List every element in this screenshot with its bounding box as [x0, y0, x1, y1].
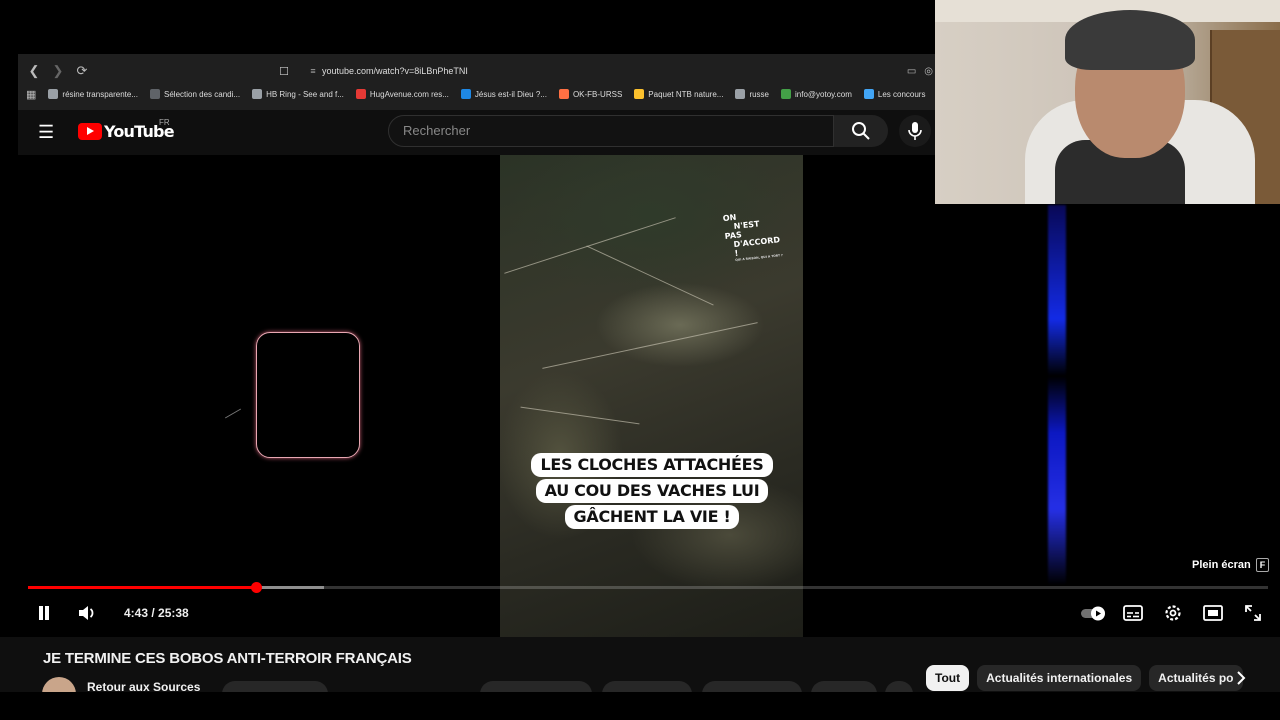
bookmark-label: Les concours	[877, 89, 926, 99]
bookmark-item[interactable]: Sélection des candi...	[150, 89, 240, 99]
bookmark-label: OK-FB-URSS	[572, 89, 623, 99]
bookmark-item[interactable]: russe	[735, 89, 769, 99]
chevron-right-icon[interactable]	[1230, 667, 1252, 689]
youtube-play-icon	[78, 123, 102, 140]
site-info-icon[interactable]: ≡	[304, 66, 322, 76]
time-display: 4:43 / 25:38	[124, 606, 189, 620]
bookmark-favicon-icon	[781, 89, 791, 99]
caption-line: LES CLOCHES ATTACHÉES	[531, 453, 773, 477]
blue-light-strip	[1048, 205, 1066, 585]
bookmark-label: résine transparente...	[62, 89, 139, 99]
bookmark-favicon-icon	[558, 89, 569, 99]
voice-search-button[interactable]	[899, 115, 931, 147]
subtitles-icon	[1123, 605, 1143, 621]
pause-button[interactable]	[34, 603, 54, 623]
bookmark-item[interactable]: résine transparente...	[48, 89, 138, 99]
bookmark-favicon-icon	[735, 89, 746, 99]
brand-logo: ON N'EST PAS D'ACCORD ! QUI A RAISON, QU…	[722, 212, 783, 263]
browser-toolbar: ❮ ❯ ⟳ ☐ ≡ youtube.com/watch?v=8iLBnPheTN…	[18, 60, 935, 82]
search-icon	[852, 122, 870, 140]
url-text[interactable]: youtube.com/watch?v=8iLBnPheTNI	[322, 66, 468, 76]
bookmark-item[interactable]: info@yotoy.com	[781, 89, 852, 99]
caption-line: AU COU DES VACHES LUI	[535, 479, 769, 503]
bookmark-label: info@yotoy.com	[795, 89, 852, 99]
bookmark-favicon-icon	[150, 89, 161, 99]
bookmark-label: russe	[749, 89, 769, 99]
settings-button[interactable]	[1161, 601, 1185, 625]
fullscreen-icon	[1245, 605, 1261, 621]
apps-grid-icon[interactable]: ▦	[26, 88, 36, 101]
bookmark-label: Paquet NTB nature...	[648, 89, 724, 99]
bookmark-favicon-icon	[634, 89, 645, 99]
volume-button[interactable]	[76, 602, 98, 624]
extension-icon[interactable]: ◎	[924, 66, 933, 77]
bookmark-icon[interactable]: ☐	[274, 65, 294, 78]
bookmark-item[interactable]: HugAvenue.com res...	[355, 89, 449, 99]
forward-icon[interactable]: ❯	[48, 61, 68, 81]
progress-played	[28, 586, 257, 589]
bookmark-label: Sélection des candi...	[164, 89, 241, 99]
webcam-overlay	[935, 0, 1280, 204]
screen-bottom-edge	[0, 692, 1280, 720]
video-player[interactable]: ON N'EST PAS D'ACCORD ! QUI A RAISON, QU…	[0, 155, 1280, 637]
bookmark-label: HugAvenue.com res...	[369, 89, 449, 99]
search-button[interactable]	[834, 115, 888, 147]
autoplay-toggle[interactable]	[1080, 601, 1108, 625]
search-input[interactable]: Rechercher	[388, 115, 834, 147]
bookmark-favicon-icon	[863, 89, 874, 99]
theater-icon	[1203, 605, 1223, 621]
video-caption: LES CLOCHES ATTACHÉES AU COU DES VACHES …	[528, 453, 776, 531]
chip-political-news[interactable]: Actualités po	[1149, 665, 1243, 691]
bookmark-label: Jésus est-il Dieu ?...	[474, 89, 547, 99]
bookmark-favicon-icon	[355, 89, 366, 99]
region-code: FR	[159, 118, 170, 127]
back-icon[interactable]: ❮	[24, 61, 44, 81]
microphone-icon	[908, 122, 922, 140]
hamburger-menu-icon[interactable]: ☰	[38, 122, 58, 142]
cast-icon[interactable]: ▭	[907, 66, 916, 77]
video-frame-aerial-view: ON N'EST PAS D'ACCORD ! QUI A RAISON, QU…	[500, 155, 803, 637]
autoplay-icon	[1081, 606, 1105, 621]
address-bar[interactable]: ☐ ≡ youtube.com/watch?v=8iLBnPheTNI ▭ ◎	[274, 61, 935, 81]
subtitles-button[interactable]	[1121, 601, 1145, 625]
keyboard-shortcut: F	[1255, 558, 1270, 572]
bookmark-item[interactable]: OK-FB-URSS	[558, 89, 623, 99]
chip-international-news[interactable]: Actualités internationales	[977, 665, 1142, 691]
youtube-masthead: ☰ YouTube FR Rechercher	[18, 110, 935, 155]
bookmark-favicon-icon	[460, 89, 471, 99]
bookmark-item[interactable]: Paquet NTB nature...	[634, 89, 723, 99]
gear-icon	[1165, 605, 1181, 621]
bookmark-item[interactable]: HB Ring - See and f...	[252, 89, 344, 99]
theater-mode-button[interactable]	[1201, 601, 1225, 625]
bookmark-label: HB Ring - See and f...	[266, 89, 344, 99]
rounded-outline-shape	[256, 332, 360, 458]
bookmark-favicon-icon	[252, 89, 263, 99]
progress-scrubber[interactable]	[250, 582, 262, 593]
bookmark-favicon-icon	[48, 89, 59, 99]
fullscreen-tooltip: Plein écran F	[1192, 558, 1270, 572]
video-title: JE TERMINE CES BOBOS ANTI-TERROIR FRANÇA…	[43, 650, 412, 667]
browser-chrome: ❮ ❯ ⟳ ☐ ≡ youtube.com/watch?v=8iLBnPheTN…	[18, 54, 935, 110]
reload-icon[interactable]: ⟳	[72, 61, 92, 81]
light-streak	[224, 408, 242, 419]
bookmarks-bar: ▦ résine transparente... Sélection des ca…	[18, 84, 935, 104]
volume-icon	[79, 606, 94, 620]
fullscreen-button[interactable]	[1241, 601, 1265, 625]
related-chips: Tout Actualités internationales Actualit…	[926, 665, 1243, 691]
caption-line: GÂCHENT LA VIE !	[564, 505, 740, 529]
chip-all[interactable]: Tout	[926, 665, 970, 691]
bookmark-item[interactable]: Jésus est-il Dieu ?...	[460, 89, 547, 99]
bookmark-item[interactable]: Les concours	[863, 89, 926, 99]
